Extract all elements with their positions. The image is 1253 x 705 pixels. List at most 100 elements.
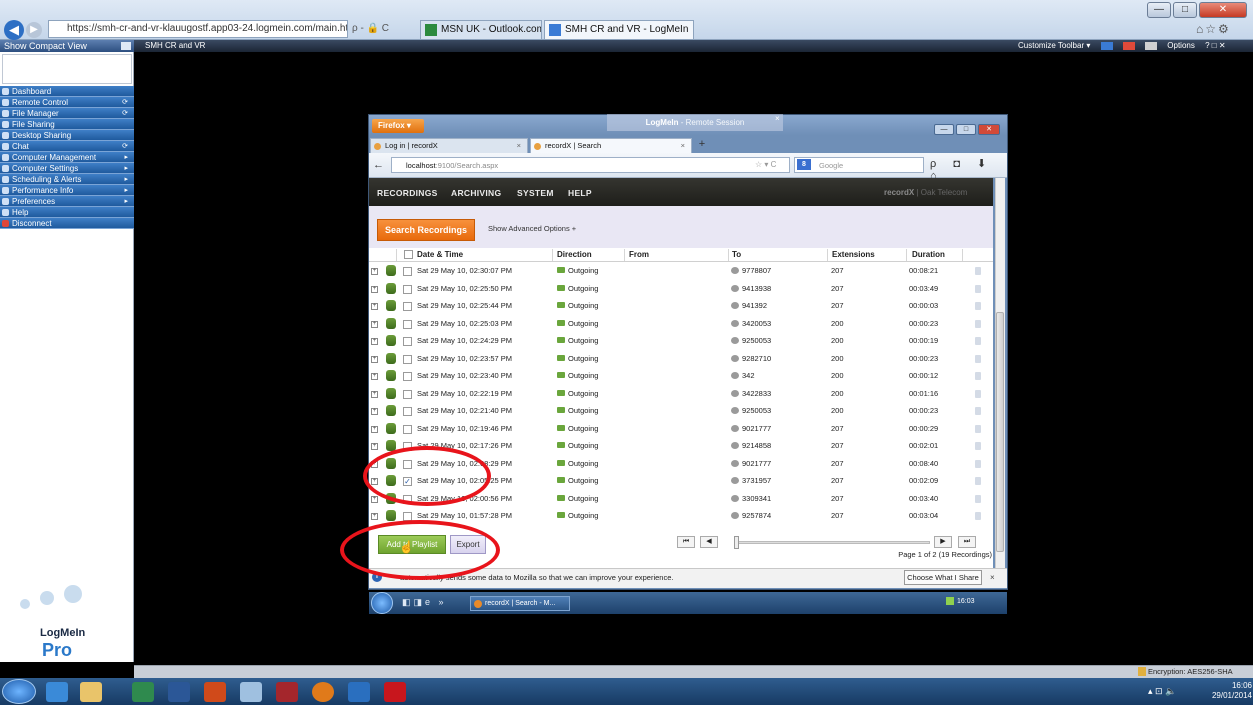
play-icon[interactable] [975,319,981,328]
expand-row-icon[interactable]: + [371,338,378,345]
sidebar-item-scheduling-alerts[interactable]: Scheduling & Alerts ▸ [0,174,134,185]
forward-button[interactable]: ▶ [26,22,42,38]
ff-minimize-button[interactable]: — [934,124,954,135]
start-button[interactable] [2,679,36,704]
sidebar-item-remote-control[interactable]: Remote Control ⟳ [0,97,134,108]
table-row[interactable]: + Sat 29 May 10, 02:23:57 PM Outgoing 92827… [369,351,981,368]
row-checkbox[interactable] [403,319,412,329]
system-clock[interactable]: 16:06 29/01/2014 [1182,681,1252,703]
play-icon[interactable] [975,267,981,275]
row-checkbox[interactable] [403,302,412,311]
recording-icon[interactable] [386,352,396,364]
sidebar-item-dashboard[interactable]: Dashboard [0,86,134,97]
tab-close-icon[interactable]: × [517,139,521,153]
choose-what-i-share-button[interactable]: Choose What I Share [904,570,982,585]
remote-task-firefox[interactable]: recordX | Search - M... [470,596,570,611]
play-icon[interactable] [975,389,981,398]
expand-row-icon[interactable]: + [371,408,378,415]
expand-row-icon[interactable]: + [371,390,378,398]
url-tools[interactable]: ☆ ▾ C [755,160,787,172]
recording-icon[interactable] [386,265,396,276]
ff-url-bar[interactable]: localhost:9100/Search.aspx [391,157,790,173]
expand-row-icon[interactable]: + [371,285,378,293]
back-button[interactable]: ◀ [4,20,24,40]
expand-row-icon[interactable]: + [371,513,378,520]
row-checkbox[interactable] [403,267,412,276]
pin-icon[interactable] [121,42,131,50]
row-checkbox[interactable] [403,372,412,381]
play-icon[interactable] [975,337,981,345]
row-checkbox[interactable] [403,284,412,294]
customize-toolbar-button[interactable]: Customize Toolbar ▾ [1018,41,1090,50]
next-page-button[interactable]: ▶ [934,536,952,548]
page-slider-handle[interactable] [734,536,739,549]
app-taskbar-icon[interactable] [348,682,370,702]
sidebar-item-preferences[interactable]: Preferences ▸ [0,196,134,207]
acrobat-taskbar-icon[interactable] [384,682,406,702]
recording-icon[interactable] [386,282,396,294]
play-icon[interactable] [975,354,981,363]
table-row[interactable]: + Sat 29 May 10, 02:22:19 PM Outgoing 34228… [369,386,981,403]
excel-taskbar-icon[interactable] [132,682,154,702]
col-direction[interactable]: Direction [557,250,592,259]
ie-taskbar-icon[interactable] [46,682,68,702]
sidebar-item-help[interactable]: Help [0,207,134,218]
sidebar-item-performance-info[interactable]: Performance Info ▸ [0,185,134,196]
maximize-button[interactable]: □ [1173,2,1197,18]
ff-back-icon[interactable]: ← [373,158,387,172]
row-checkbox[interactable] [403,337,412,346]
nav-recordings[interactable]: RECORDINGS [377,188,438,198]
expand-row-icon[interactable]: + [371,495,378,503]
table-row[interactable]: + Sat 29 May 10, 02:24:29 PM Outgoing 92500… [369,333,981,350]
sidebar-item-chat[interactable]: Chat ⟳ [0,141,134,152]
table-row[interactable]: + Sat 29 May 10, 02:30:07 PM Outgoing 97788… [369,263,981,280]
advanced-options-link[interactable]: Show Advanced Options + [488,224,608,236]
nav-help[interactable]: HELP [568,188,592,198]
close-button[interactable]: ✕ [1199,2,1247,18]
sidebar-item-file-manager[interactable]: File Manager ⟳ [0,108,134,119]
minimize-button[interactable]: — [1147,2,1171,18]
address-bar[interactable]: https://smh-cr-and-vr-klauugostf.app03-2… [48,20,348,38]
recording-icon[interactable] [386,387,396,399]
ff-tab-search[interactable]: recordX | Search × [530,138,692,153]
remote-start-button[interactable] [371,592,393,614]
display-icon[interactable] [1100,41,1113,50]
sidebar-item-computer-management[interactable]: Computer Management ▸ [0,152,134,163]
ff-close-button[interactable]: ✕ [978,124,1000,135]
expand-row-icon[interactable]: + [371,303,378,310]
col-extensions[interactable]: Extensions [832,250,875,259]
col-from[interactable]: From [629,250,649,259]
firefox-taskbar-icon[interactable] [312,682,334,702]
ff-tab-login[interactable]: Log in | recordX × [370,138,528,153]
search-engine-icon[interactable]: 8 [797,159,811,170]
table-row[interactable]: + Sat 29 May 10, 02:25:50 PM Outgoing 94139… [369,281,981,298]
firefox-menu-button[interactable]: Firefox ▾ [372,119,424,133]
row-checkbox[interactable] [403,424,412,434]
col-datetime[interactable]: Date & Time [417,250,463,259]
explorer-taskbar-icon[interactable] [80,682,102,702]
expand-row-icon[interactable]: + [371,355,378,363]
select-all-checkbox[interactable] [404,250,413,259]
compact-view-link[interactable]: Show Compact View [0,40,134,52]
play-icon[interactable] [975,284,981,293]
sidebar-item-disconnect[interactable]: Disconnect [0,218,134,229]
row-checkbox[interactable] [403,407,412,416]
col-to[interactable]: To [732,250,741,259]
ff-nav-icons[interactable]: ρ ◘ ⬇ ⌂ [930,157,1006,182]
expand-row-icon[interactable]: + [371,443,378,450]
table-row[interactable]: + Sat 29 May 10, 02:19:46 PM Outgoing 90217… [369,421,981,438]
remote-session-close-icon[interactable]: × [775,114,783,123]
scrollbar-thumb[interactable] [996,312,1004,552]
first-page-button[interactable]: ⏮ [677,536,695,548]
play-icon[interactable] [975,442,981,450]
expand-row-icon[interactable]: + [371,373,378,380]
powerpoint-taskbar-icon[interactable] [204,682,226,702]
search-recordings-button[interactable]: Search Recordings [377,219,475,241]
play-icon[interactable] [975,302,981,310]
table-row[interactable]: + Sat 29 May 10, 02:21:40 PM Outgoing 92500… [369,403,981,420]
play-icon[interactable] [975,459,981,468]
play-icon[interactable] [975,372,981,380]
network-icon[interactable] [1145,41,1158,50]
tab-msn[interactable]: MSN UK - Outlook.com forme... [420,20,542,39]
recording-icon[interactable] [386,317,396,329]
